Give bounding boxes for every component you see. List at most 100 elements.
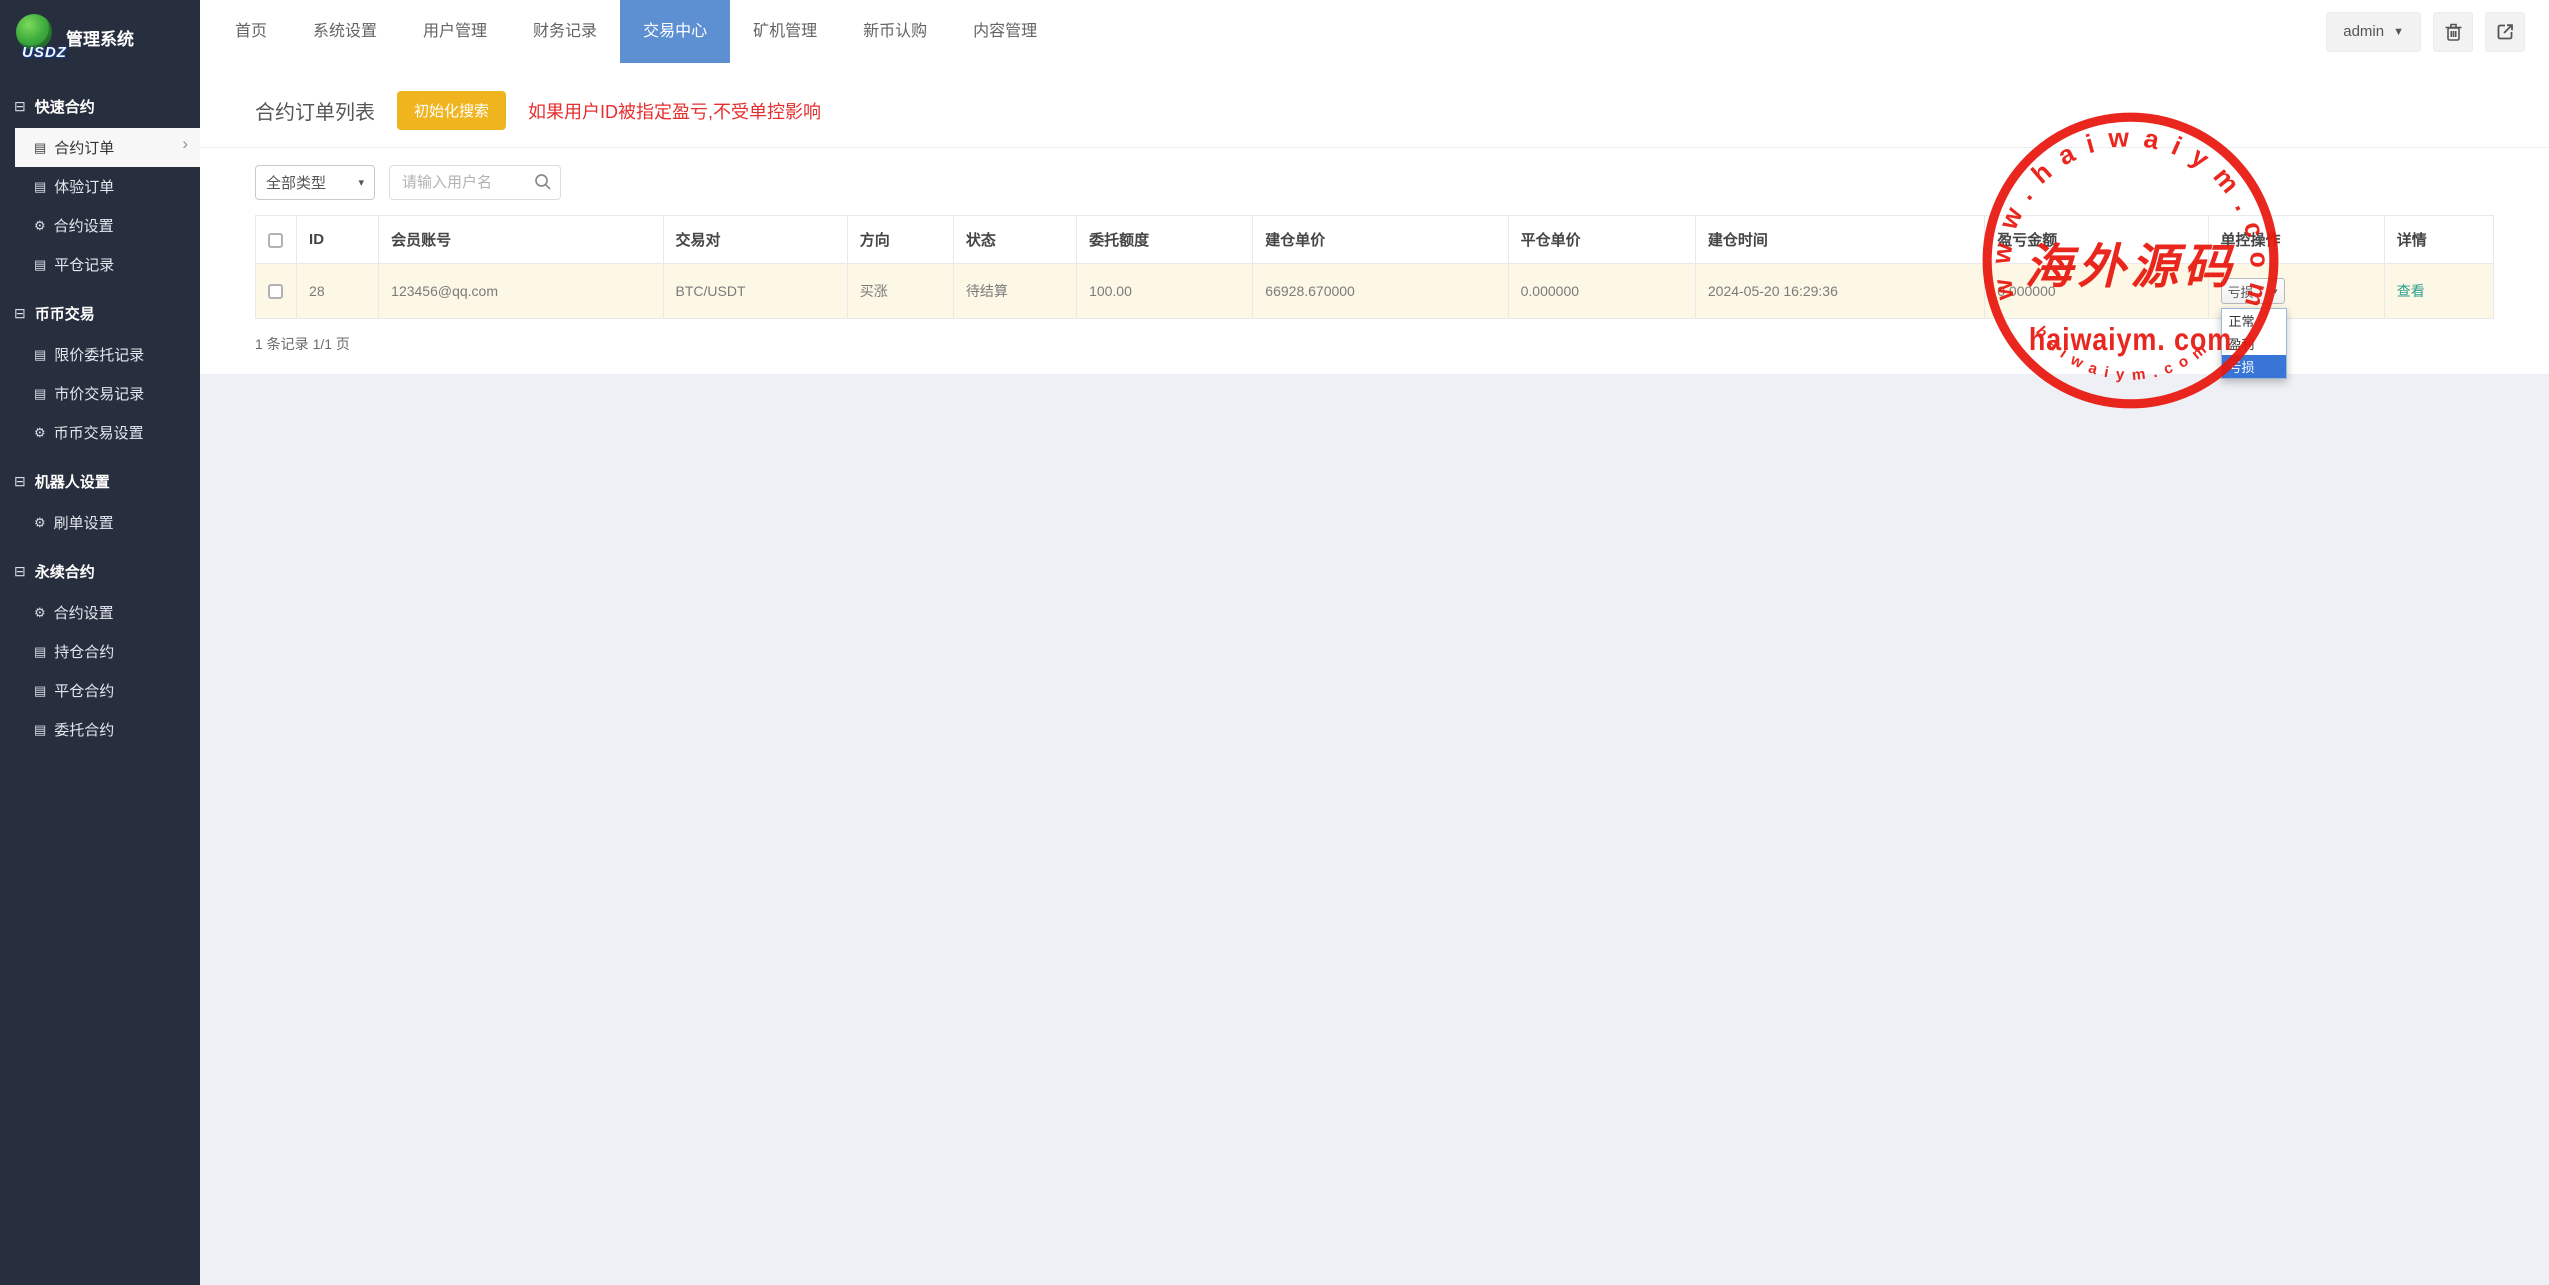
sidebar-item-limit-order-records[interactable]: ▤ 限价委托记录: [15, 335, 200, 374]
nav-item-newcoin-subscribe[interactable]: 新币认购: [840, 0, 950, 63]
list-icon: ▤: [34, 644, 46, 660]
cell-account: 123456@qq.com: [379, 264, 663, 319]
user-name: admin: [2343, 23, 2384, 40]
sidebar-item-contract-orders[interactable]: ▤ 合约订单 ›: [15, 128, 200, 167]
chevron-down-icon: ▾: [2273, 286, 2278, 297]
sidebar-item-contract-settings[interactable]: ⚙ 合约设置: [15, 206, 200, 245]
logout-button[interactable]: [2485, 12, 2525, 52]
logo-globe-icon: USDZ: [16, 14, 52, 50]
sidebar-item-label: 持仓合约: [54, 641, 114, 662]
sidebar-item-holding-contracts[interactable]: ▤ 持仓合约: [15, 632, 200, 671]
sidebar-item-close-records[interactable]: ▤ 平仓记录: [15, 245, 200, 284]
page-title: 合约订单列表: [255, 96, 375, 125]
col-account: 会员账号: [379, 216, 663, 264]
view-detail-link[interactable]: 查看: [2397, 283, 2425, 299]
sidebar-item-label: 平仓合约: [54, 680, 114, 701]
sidebar-item-label: 合约设置: [54, 215, 114, 236]
sidebar-item-trial-orders[interactable]: ▤ 体验订单: [15, 167, 200, 206]
user-dropdown-button[interactable]: admin ▼: [2326, 12, 2421, 52]
orders-table: ID 会员账号 交易对 方向 状态 委托额度 建仓单价 平仓单价 建仓时间 盈亏…: [255, 215, 2494, 319]
logo-text: USDZ: [22, 44, 67, 61]
trash-button[interactable]: [2433, 12, 2473, 52]
top-navigation: 首页 系统设置 用户管理 财务记录 交易中心 矿机管理 新币认购 内容管理: [200, 0, 1060, 63]
cell-open-time: 2024-05-20 16:29:36: [1695, 264, 1984, 319]
list-icon: ▤: [34, 257, 46, 273]
gear-icon: ⚙: [34, 605, 46, 621]
control-option-normal[interactable]: 正常: [2222, 309, 2286, 332]
col-close-price: 平仓单价: [1508, 216, 1695, 264]
control-options-panel: 正常 盈利 亏损: [2221, 308, 2287, 379]
gear-icon: ⚙: [34, 425, 46, 441]
control-option-profit[interactable]: 盈利: [2222, 332, 2286, 355]
sidebar-item-label: 委托合约: [54, 719, 114, 740]
cell-profit: 0.000000: [1985, 264, 2208, 319]
sidebar-item-label: 刷单设置: [54, 512, 114, 533]
sidebar-section-quick-contract[interactable]: ⊟ 快速合约: [0, 85, 200, 128]
init-search-button[interactable]: 初始化搜索: [397, 91, 506, 130]
cell-status: 待结算: [953, 264, 1076, 319]
chevron-down-icon: ▼: [2393, 26, 2404, 38]
section-title: 永续合约: [35, 561, 95, 582]
sidebar-item-coin-trade-settings[interactable]: ⚙ 币币交易设置: [15, 413, 200, 452]
cell-amount: 100.00: [1077, 264, 1253, 319]
cell-pair: BTC/USDT: [663, 264, 847, 319]
type-filter-select[interactable]: 全部类型 ▾: [255, 165, 375, 200]
col-pair: 交易对: [663, 216, 847, 264]
sidebar: ⊟ 快速合约 ▤ 合约订单 › ▤ 体验订单 ⚙ 合约设置 ▤ 平仓记录 ⊟ 币…: [0, 63, 200, 1285]
sidebar-item-label: 币币交易设置: [54, 422, 144, 443]
row-checkbox[interactable]: [268, 284, 283, 299]
select-all-checkbox[interactable]: [268, 233, 283, 248]
sidebar-item-market-trade-records[interactable]: ▤ 市价交易记录: [15, 374, 200, 413]
sidebar-item-brush-order-settings[interactable]: ⚙ 刷单设置: [15, 503, 200, 542]
nav-item-system-settings[interactable]: 系统设置: [290, 0, 400, 63]
control-select-value: 亏损: [2228, 282, 2254, 301]
logo: USDZ 管理系统: [0, 0, 200, 63]
nav-item-content-management[interactable]: 内容管理: [950, 0, 1060, 63]
app-title: 管理系统: [66, 25, 134, 50]
table-header-row: ID 会员账号 交易对 方向 状态 委托额度 建仓单价 平仓单价 建仓时间 盈亏…: [256, 216, 2494, 264]
header: USDZ 管理系统 首页 系统设置 用户管理 财务记录 交易中心 矿机管理 新币…: [0, 0, 2549, 63]
control-option-loss[interactable]: 亏损: [2222, 355, 2286, 378]
nav-item-miner-management[interactable]: 矿机管理: [730, 0, 840, 63]
main-content: 合约订单列表 初始化搜索 如果用户ID被指定盈亏,不受单控影响 全部类型 ▾: [200, 63, 2549, 1285]
col-detail: 详情: [2384, 216, 2493, 264]
sidebar-item-label: 体验订单: [54, 176, 114, 197]
nav-item-user-management[interactable]: 用户管理: [400, 0, 510, 63]
gear-icon: ⚙: [34, 218, 46, 234]
warning-text: 如果用户ID被指定盈亏,不受单控影响: [528, 98, 821, 124]
list-icon: ▤: [34, 347, 46, 363]
col-direction: 方向: [847, 216, 953, 264]
sidebar-section-robot-settings[interactable]: ⊟ 机器人设置: [0, 460, 200, 503]
sidebar-item-label: 限价委托记录: [54, 344, 144, 365]
sidebar-section-coin-trade[interactable]: ⊟ 币币交易: [0, 292, 200, 335]
logout-icon: [2495, 22, 2515, 42]
sidebar-item-label: 合约设置: [54, 602, 114, 623]
list-icon: ▤: [34, 179, 46, 195]
nav-item-trade-center[interactable]: 交易中心: [620, 0, 730, 63]
sidebar-item-closed-contracts[interactable]: ▤ 平仓合约: [15, 671, 200, 710]
header-actions: admin ▼: [2326, 0, 2549, 63]
col-profit: 盈亏金额: [1985, 216, 2208, 264]
list-icon: ▤: [34, 683, 46, 699]
sidebar-item-entrust-contracts[interactable]: ▤ 委托合约: [15, 710, 200, 749]
col-open-price: 建仓单价: [1253, 216, 1508, 264]
section-title: 机器人设置: [35, 471, 110, 492]
gear-icon: ⚙: [34, 515, 46, 531]
nav-item-home[interactable]: 首页: [212, 0, 290, 63]
collapse-icon: ⊟: [14, 305, 26, 322]
cell-direction: 买涨: [847, 264, 953, 319]
pagination-info: 1 条记录 1/1 页: [255, 334, 2494, 354]
nav-item-finance-records[interactable]: 财务记录: [510, 0, 620, 63]
sidebar-section-perpetual-contract[interactable]: ⊟ 永续合约: [0, 550, 200, 593]
col-id: ID: [297, 216, 379, 264]
cell-close-price: 0.000000: [1508, 264, 1695, 319]
list-icon: ▤: [34, 722, 46, 738]
sidebar-item-label: 合约订单: [54, 137, 114, 158]
collapse-icon: ⊟: [14, 98, 26, 115]
search-icon[interactable]: [534, 173, 552, 196]
control-select[interactable]: 亏损 ▾: [2221, 278, 2285, 304]
divider: [200, 147, 2549, 148]
section-title: 币币交易: [35, 303, 95, 324]
sidebar-item-label: 平仓记录: [54, 254, 114, 275]
sidebar-item-perpetual-settings[interactable]: ⚙ 合约设置: [15, 593, 200, 632]
